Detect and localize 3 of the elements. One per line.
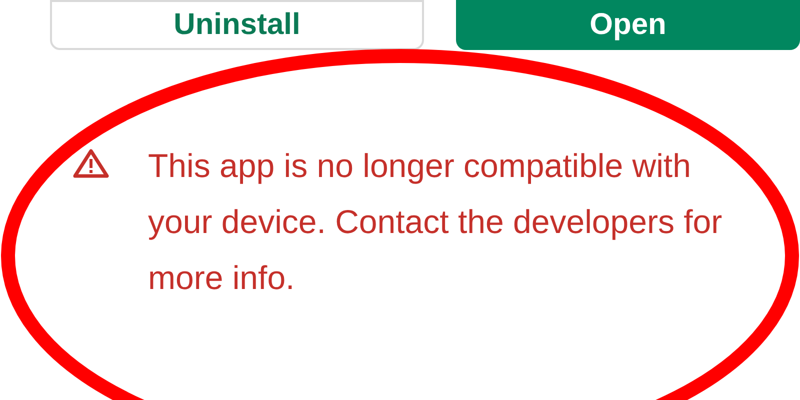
warning-message: This app is no longer compatible with your device. Contact the developers for more info.	[148, 146, 724, 298]
uninstall-button[interactable]: Uninstall	[50, 0, 424, 50]
open-button[interactable]: Open	[456, 0, 800, 50]
